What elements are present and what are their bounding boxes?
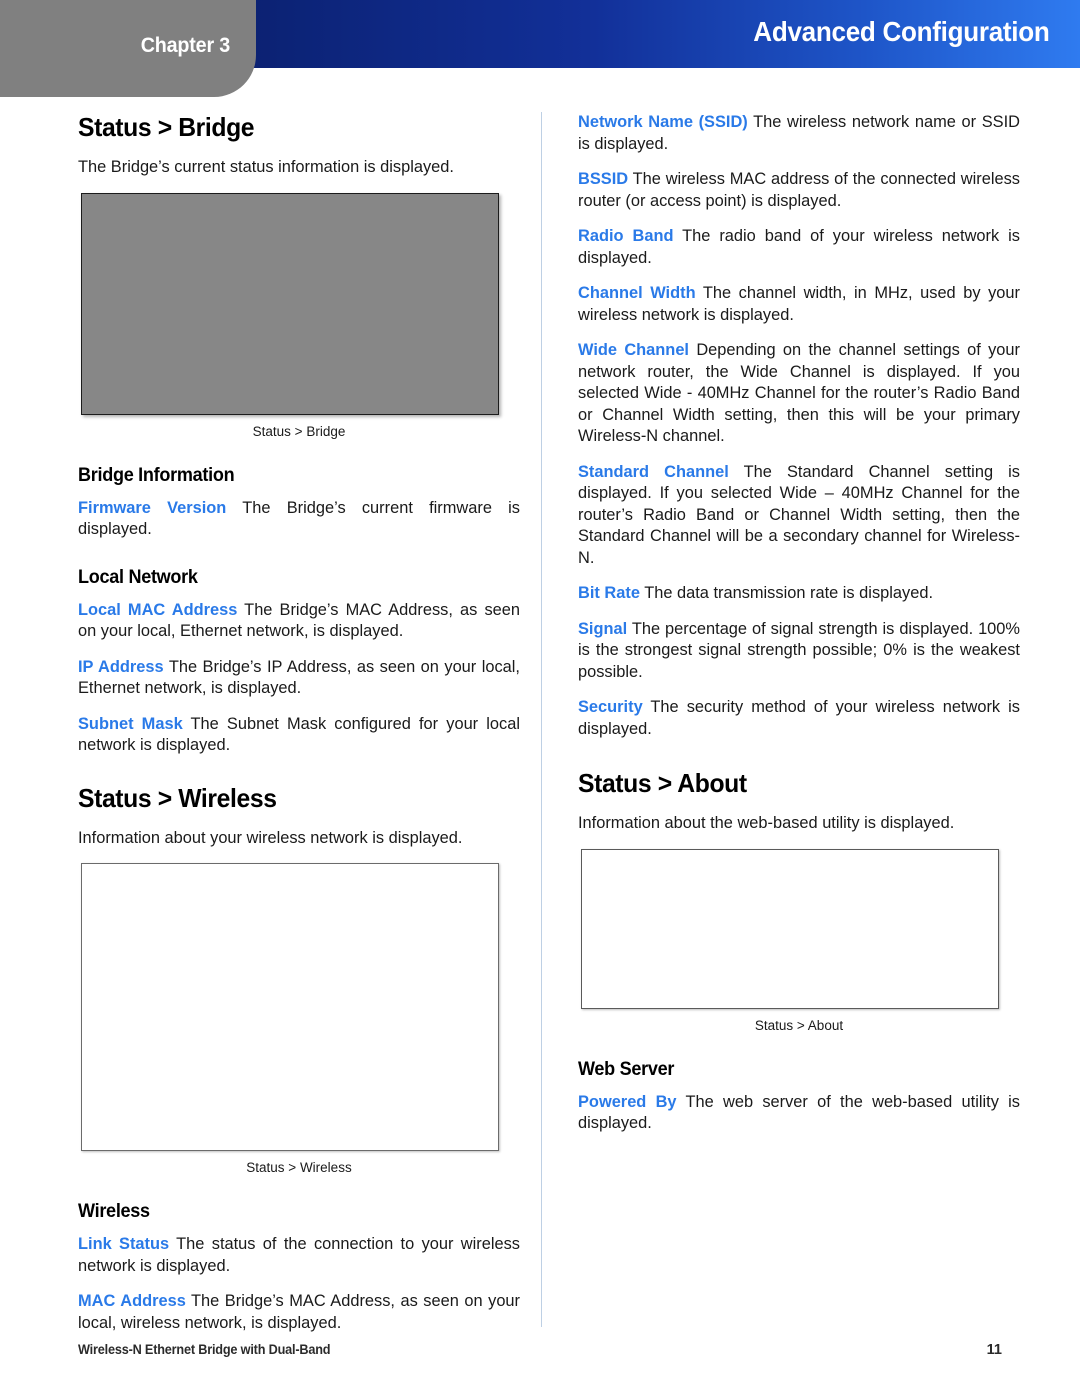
entry-link-status: Link Status The status of the connection… — [78, 1234, 520, 1277]
term-bit-rate: Bit Rate — [578, 584, 640, 602]
term-powered-by: Powered By — [578, 1092, 677, 1111]
document-page: Advanced Configuration Chapter 3 Status … — [0, 0, 1080, 1397]
entry-security: Security The security method of your wir… — [578, 697, 1020, 740]
entry-channel-width: Channel Width The channel width, in MHz,… — [578, 283, 1020, 326]
entry-radio-band: Radio Band The radio band of your wirele… — [578, 226, 1020, 269]
desc-bssid: The wireless MAC address of the connecte… — [578, 170, 1020, 210]
chapter-tab-label: Chapter 3 — [140, 34, 231, 57]
term-firmware-version: Firmware Version — [78, 498, 227, 517]
entry-signal: Signal The percentage of signal strength… — [578, 619, 1020, 684]
heading-bridge-information: Bridge Information — [78, 464, 235, 486]
entry-network-name-ssid: Network Name (SSID) The wireless network… — [578, 112, 1020, 155]
entry-wide-channel: Wide Channel Depending on the channel se… — [578, 340, 1020, 448]
term-local-mac-address: Local MAC Address — [78, 600, 238, 619]
heading-status-bridge: Status > Bridge — [78, 112, 255, 142]
column-divider — [541, 112, 542, 1327]
term-radio-band: Radio Band — [578, 227, 674, 245]
figure-caption-status-about: Status > About — [754, 1017, 844, 1033]
intro-status-wireless: Information about your wireless network … — [78, 828, 463, 847]
intro-status-bridge: The Bridge’s current status information … — [78, 158, 454, 176]
entry-standard-channel: Standard Channel The Standard Channel se… — [578, 462, 1020, 570]
right-column: Network Name (SSID) The wireless network… — [578, 112, 1020, 1149]
desc-security: The security method of your wireless net… — [578, 698, 1020, 738]
chapter-tab: Chapter 3 — [0, 0, 256, 97]
footer-document-title: Wireless-N Ethernet Bridge with Dual-Ban… — [78, 1342, 331, 1357]
term-network-name-ssid: Network Name (SSID) — [578, 113, 748, 131]
entry-ip-address: IP Address The Bridge’s IP Address, as s… — [78, 657, 520, 700]
term-link-status: Link Status — [78, 1235, 170, 1253]
desc-signal: The percentage of signal strength is dis… — [578, 619, 1020, 681]
term-security: Security — [578, 698, 643, 716]
figure-status-bridge: Status > Bridge — [78, 192, 520, 439]
page-header-title: Advanced Configuration — [753, 16, 1051, 47]
entry-powered-by: Powered By The web server of the web-bas… — [578, 1092, 1020, 1135]
left-column: Status > Bridge The Bridge’s current sta… — [78, 112, 520, 1348]
term-bssid: BSSID — [578, 170, 629, 188]
heading-status-about: Status > About — [578, 768, 747, 798]
page-footer: Wireless-N Ethernet Bridge with Dual-Ban… — [78, 1342, 1002, 1358]
figure-image-status-about — [581, 848, 999, 1009]
entry-mac-address: MAC Address The Bridge’s MAC Address, as… — [78, 1291, 520, 1334]
intro-status-about: Information about the web-based utility … — [578, 814, 955, 832]
desc-bit-rate: The data transmission rate is displayed. — [639, 584, 933, 602]
term-ip-address: IP Address — [78, 657, 164, 676]
term-standard-channel: Standard Channel — [578, 462, 729, 481]
term-channel-width: Channel Width — [578, 284, 696, 302]
term-mac-address: MAC Address — [78, 1292, 186, 1310]
figure-caption-status-bridge: Status > Bridge — [252, 423, 346, 439]
heading-wireless: Wireless — [78, 1201, 150, 1222]
entry-subnet-mask: Subnet Mask The Subnet Mask configured f… — [78, 714, 520, 757]
heading-local-network: Local Network — [78, 566, 198, 588]
entry-bit-rate: Bit Rate The data transmission rate is d… — [578, 583, 1020, 605]
entry-firmware-version: Firmware Version The Bridge’s current fi… — [78, 498, 520, 541]
heading-web-server: Web Server — [578, 1058, 675, 1080]
entry-bssid: BSSID The wireless MAC address of the co… — [578, 169, 1020, 212]
term-wide-channel: Wide Channel — [578, 341, 689, 359]
figure-status-wireless: Status > Wireless — [78, 863, 520, 1175]
figure-status-about: Status > About — [578, 848, 1020, 1033]
term-signal: Signal — [578, 619, 628, 638]
footer-page-number: 11 — [986, 1342, 1002, 1358]
figure-image-status-bridge — [81, 192, 499, 415]
figure-image-status-wireless — [81, 863, 499, 1151]
term-subnet-mask: Subnet Mask — [78, 714, 183, 733]
entry-local-mac-address: Local MAC Address The Bridge’s MAC Addre… — [78, 600, 520, 643]
figure-caption-status-wireless: Status > Wireless — [246, 1160, 352, 1175]
heading-status-wireless: Status > Wireless — [78, 782, 277, 813]
